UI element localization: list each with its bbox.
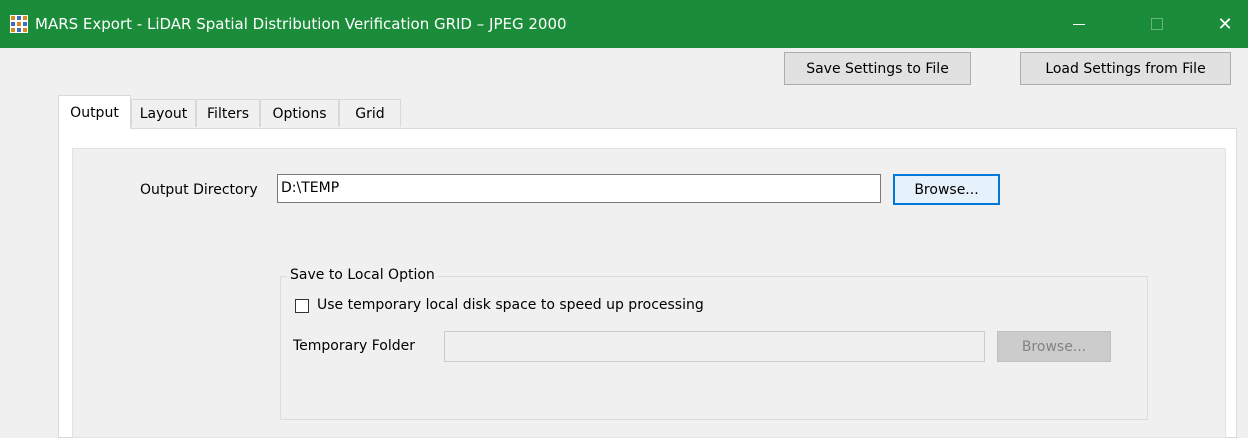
maximize-icon	[1151, 18, 1163, 30]
close-button[interactable]: ✕	[1202, 0, 1248, 48]
output-directory-label: Output Directory	[140, 182, 258, 198]
output-browse-button[interactable]: Browse...	[893, 174, 1000, 205]
tab-grid[interactable]: Grid	[339, 99, 401, 127]
temporary-folder-input	[444, 331, 985, 362]
load-settings-button[interactable]: Load Settings from File	[1020, 52, 1231, 85]
window-title: MARS Export - LiDAR Spatial Distribution…	[35, 15, 567, 33]
temporary-browse-button: Browse...	[997, 331, 1111, 362]
maximize-button[interactable]	[1134, 0, 1180, 48]
tab-output[interactable]: Output	[58, 95, 131, 129]
minimize-icon	[1073, 23, 1085, 25]
close-icon: ✕	[1217, 13, 1233, 35]
save-settings-button[interactable]: Save Settings to File	[784, 52, 971, 85]
minimize-button[interactable]	[1056, 0, 1102, 48]
use-temp-disk-checkbox[interactable]	[295, 299, 309, 313]
save-to-local-title: Save to Local Option	[287, 267, 438, 283]
output-directory-input[interactable]: D:\TEMP	[277, 174, 881, 203]
temporary-folder-label: Temporary Folder	[293, 338, 415, 354]
tab-filters[interactable]: Filters	[196, 99, 260, 127]
app-grid-icon	[10, 15, 28, 33]
tab-layout[interactable]: Layout	[131, 99, 196, 127]
use-temp-disk-label[interactable]: Use temporary local disk space to speed …	[317, 297, 704, 313]
title-bar: MARS Export - LiDAR Spatial Distribution…	[0, 0, 1248, 48]
tab-options[interactable]: Options	[260, 99, 339, 127]
